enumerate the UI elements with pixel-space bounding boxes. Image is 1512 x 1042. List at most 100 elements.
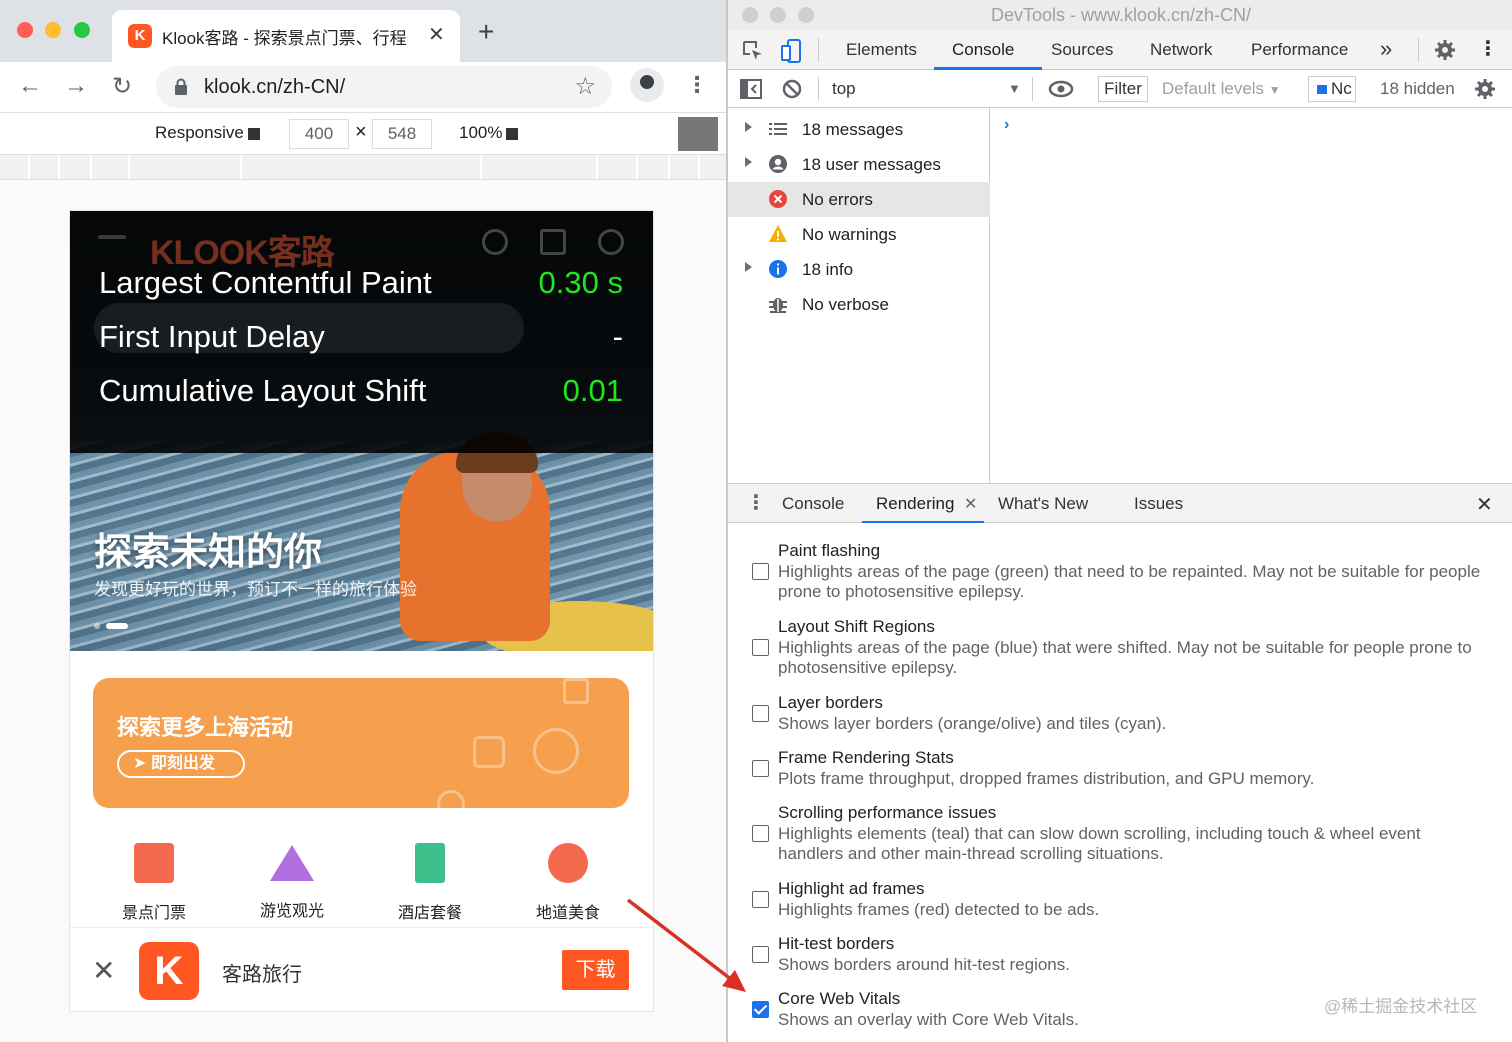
tab-performance[interactable]: Performance (1251, 40, 1348, 60)
close-drawer-icon[interactable]: ✕ (1476, 492, 1493, 517)
category-hotels[interactable]: 酒店套餐 (380, 831, 480, 923)
clear-console-icon[interactable] (782, 79, 802, 99)
menu-icon[interactable] (98, 235, 126, 239)
reload-icon[interactable]: ↻ (112, 72, 132, 101)
settings-gear-icon[interactable] (1434, 39, 1456, 61)
tab-close-icon[interactable]: ✕ (428, 22, 445, 47)
filter-input[interactable]: Filter (1098, 76, 1148, 102)
tab-sources[interactable]: Sources (1051, 40, 1113, 60)
devtools-menu-icon[interactable]: ⋮ (1478, 36, 1498, 61)
more-tabs-icon[interactable]: » (1380, 36, 1392, 62)
tab-elements[interactable]: Elements (846, 40, 917, 60)
console-settings-gear-icon[interactable] (1474, 78, 1496, 100)
bug-icon (769, 298, 787, 313)
layout-shift-checkbox[interactable] (752, 639, 769, 656)
address-bar[interactable]: klook.cn/zh-CN/ ☆ (156, 66, 612, 108)
option-description: Highlights frames (red) detected to be a… (778, 900, 1100, 919)
hit-test-checkbox[interactable] (752, 946, 769, 963)
download-button[interactable]: 下载 (562, 950, 629, 990)
dropdown-square-icon (247, 127, 260, 140)
klook-app-logo: K (139, 942, 199, 1000)
option-title: Highlight ad frames (778, 879, 925, 898)
drawer-tab-rendering[interactable]: Rendering (876, 494, 954, 514)
scrolling-perf-checkbox[interactable] (752, 825, 769, 842)
expand-arrow-icon[interactable] (745, 157, 752, 167)
tab-network[interactable]: Network (1150, 40, 1212, 60)
sidebar-item-user-messages[interactable]: 18 user messages (728, 147, 990, 182)
option-description: Highlights areas of the page (green) tha… (778, 562, 1481, 601)
browser-tab[interactable]: K Klook客路 - 探索景点门票、行程 ✕ (112, 10, 460, 62)
drawer-tab-whats-new[interactable]: What's New (998, 494, 1088, 514)
drawer-tabs: ⋮ Console Rendering ✕ What's New Issues … (728, 483, 1512, 524)
levels-dropdown-icon: ▼ (1268, 83, 1281, 97)
go-now-button[interactable]: ➤ 即刻出发 (117, 750, 245, 778)
option-title: Scrolling performance issues (778, 803, 997, 822)
frame-stats-checkbox[interactable] (752, 760, 769, 777)
account-icon[interactable] (598, 229, 624, 255)
device-options-button[interactable] (678, 117, 718, 151)
expand-arrow-icon[interactable] (745, 122, 752, 132)
map-icon (563, 678, 589, 704)
bookmark-star-icon[interactable]: ☆ (574, 72, 596, 101)
close-icon[interactable]: ✕ (92, 954, 115, 987)
console-prompt[interactable]: › (1004, 116, 1009, 134)
new-tab-button[interactable]: + (478, 18, 494, 46)
close-window-button[interactable] (17, 22, 33, 38)
issues-badge[interactable]: Nc (1308, 76, 1356, 102)
drawer-tab-issues[interactable]: Issues (1134, 494, 1183, 514)
viewport-height-input[interactable]: 548 (372, 119, 432, 149)
live-expression-eye-icon[interactable] (1048, 80, 1074, 98)
tab-console[interactable]: Console (952, 40, 1014, 60)
sidebar-item-verbose[interactable]: No verbose (728, 287, 990, 322)
rendering-panel: Paint flashing Highlights areas of the p… (728, 523, 1512, 1042)
log-levels-select[interactable]: Default levels ▼ (1162, 79, 1281, 99)
profile-avatar[interactable] (630, 68, 664, 102)
ad-frames-checkbox[interactable] (752, 891, 769, 908)
cart-icon[interactable] (540, 229, 566, 255)
carousel-dot[interactable] (94, 622, 100, 629)
sidebar-item-label: No errors (802, 190, 873, 209)
error-icon (769, 190, 787, 208)
context-select[interactable]: top (832, 79, 856, 99)
devtools-window: DevTools - www.klook.cn/zh-CN/ Elements … (726, 0, 1512, 1042)
carousel-dot-active[interactable] (106, 622, 128, 629)
palette-icon (437, 790, 465, 808)
sidebar-item-messages[interactable]: 18 messages (728, 112, 990, 147)
category-food[interactable]: 地道美食 (518, 831, 618, 923)
device-mode-select[interactable]: Responsive (155, 123, 260, 143)
show-sidebar-icon[interactable] (740, 79, 762, 99)
core-web-vitals-checkbox[interactable] (752, 1001, 769, 1018)
category-sightseeing[interactable]: 游览观光 (242, 831, 342, 921)
viewport-width-input[interactable]: 400 (289, 119, 349, 149)
device-toggle-icon[interactable] (780, 38, 802, 64)
inspect-element-icon[interactable] (742, 40, 764, 62)
sidebar-item-warnings[interactable]: No warnings (728, 217, 990, 252)
warning-icon (769, 225, 787, 242)
drawer-menu-icon[interactable]: ⋮ (746, 490, 766, 515)
zoom-select[interactable]: 100% (459, 123, 519, 143)
context-dropdown-icon[interactable]: ▼ (1008, 81, 1021, 96)
sidebar-item-info[interactable]: 18 info (728, 252, 990, 287)
sidebar-item-errors[interactable]: No errors (728, 182, 990, 217)
paint-flashing-checkbox[interactable] (752, 563, 769, 580)
layer-borders-checkbox[interactable] (752, 705, 769, 722)
carousel-dots[interactable] (94, 617, 134, 635)
browser-menu-icon[interactable]: ⋮ (686, 72, 708, 98)
maximize-window-button[interactable] (74, 22, 90, 38)
lock-icon (175, 78, 187, 95)
expand-arrow-icon[interactable] (745, 262, 752, 272)
minimize-window-button[interactable] (45, 22, 61, 38)
vital-lcp-value: 0.30 s (538, 265, 623, 300)
drawer-tab-console[interactable]: Console (782, 494, 844, 514)
sidebar-item-label: 18 messages (802, 120, 904, 139)
option-description: Plots frame throughput, dropped frames d… (778, 769, 1315, 788)
console-sidebar: 18 messages 18 user messages No errors N… (728, 108, 990, 483)
go-now-label: 即刻出发 (150, 755, 215, 772)
promo-banner[interactable]: 探索更多上海活动 ➤ 即刻出发 (93, 678, 629, 808)
close-rendering-tab-icon[interactable]: ✕ (964, 494, 977, 514)
category-tickets[interactable]: 景点门票 (104, 831, 204, 923)
media-query-ruler[interactable] (0, 154, 726, 180)
back-icon[interactable]: ← (18, 72, 42, 100)
search-icon[interactable] (482, 229, 508, 255)
forward-icon[interactable]: → (64, 72, 88, 100)
